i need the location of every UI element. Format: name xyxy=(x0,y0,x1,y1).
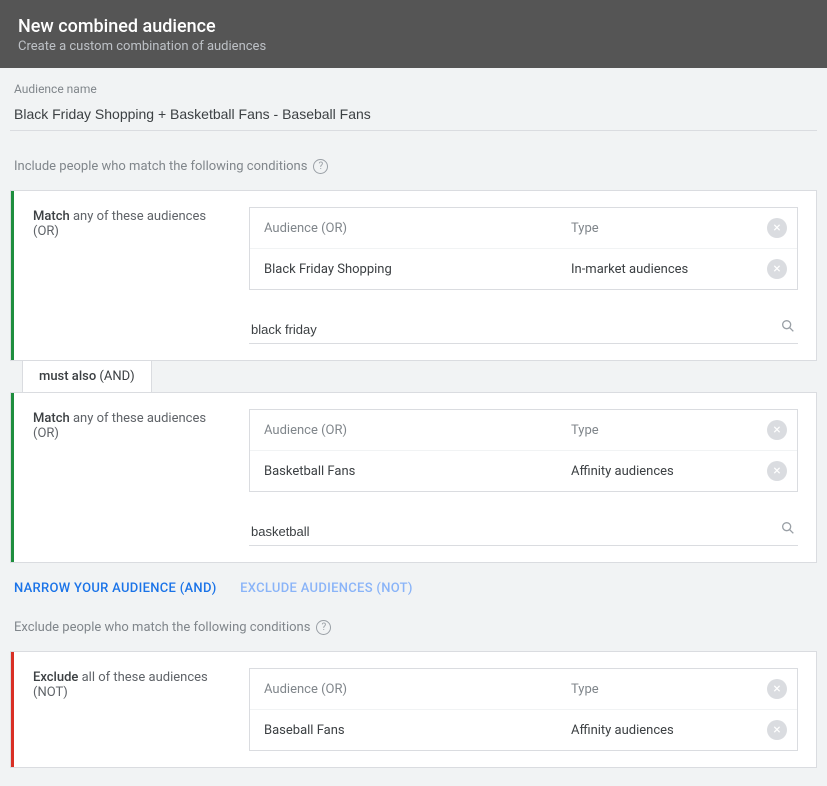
help-icon[interactable]: ? xyxy=(313,159,328,174)
audience-table: Audience (OR) Type × Black Friday Shoppi… xyxy=(249,207,798,290)
audience-name-label: Audience name xyxy=(10,82,817,96)
table-row: Baseball Fans Affinity audiences × xyxy=(250,710,797,750)
exclude-audiences-button[interactable]: EXCLUDE AUDIENCES (NOT) xyxy=(240,581,413,596)
audience-type: In-market audiences xyxy=(571,262,751,277)
clear-row-icon[interactable]: × xyxy=(767,420,787,440)
help-icon[interactable]: ? xyxy=(316,620,331,635)
search-input[interactable] xyxy=(249,518,798,546)
search-field xyxy=(249,316,798,344)
audience-table: Audience (OR) Type × Basketball Fans Aff… xyxy=(249,409,798,492)
search-input[interactable] xyxy=(249,316,798,344)
audience-name: Basketball Fans xyxy=(264,464,571,479)
exclude-section-header: Exclude people who match the following c… xyxy=(14,620,817,635)
action-links: NARROW YOUR AUDIENCE (AND) EXCLUDE AUDIE… xyxy=(10,563,817,614)
remove-audience-icon[interactable]: × xyxy=(767,720,787,740)
include-group-card: Match any of these audiences (OR) Audien… xyxy=(10,190,817,361)
table-header-row: Audience (OR) Type × xyxy=(250,208,797,249)
table-row: Basketball Fans Affinity audiences × xyxy=(250,451,797,491)
include-group-card: Match any of these audiences (OR) Audien… xyxy=(10,392,817,563)
match-rule-label: Match any of these audiences (OR) xyxy=(11,393,231,562)
audience-type: Affinity audiences xyxy=(571,723,751,738)
page-header: New combined audience Create a custom co… xyxy=(0,0,827,68)
clear-row-icon[interactable]: × xyxy=(767,679,787,699)
exclude-rule-label: Exclude all of these audiences (NOT) xyxy=(11,652,231,767)
clear-row-icon[interactable]: × xyxy=(767,218,787,238)
page-content: Audience name Include people who match t… xyxy=(0,68,827,786)
audience-type: Affinity audiences xyxy=(571,464,751,479)
page-title: New combined audience xyxy=(18,16,809,37)
table-row: Black Friday Shopping In-market audience… xyxy=(250,249,797,289)
match-rule-label: Match any of these audiences (OR) xyxy=(11,191,231,360)
audience-name: Black Friday Shopping xyxy=(264,262,571,277)
narrow-audience-button[interactable]: NARROW YOUR AUDIENCE (AND) xyxy=(14,581,217,596)
table-header-row: Audience (OR) Type × xyxy=(250,669,797,710)
exclude-group-card: Exclude all of these audiences (NOT) Aud… xyxy=(10,651,817,768)
and-connector: must also (AND) xyxy=(22,361,152,392)
search-icon xyxy=(780,318,796,338)
search-field xyxy=(249,518,798,546)
remove-audience-icon[interactable]: × xyxy=(767,259,787,279)
include-section-header: Include people who match the following c… xyxy=(14,159,817,174)
table-header-row: Audience (OR) Type × xyxy=(250,410,797,451)
audience-table: Audience (OR) Type × Baseball Fans Affin… xyxy=(249,668,798,751)
audience-name-input[interactable] xyxy=(10,102,817,131)
audience-name: Baseball Fans xyxy=(264,723,571,738)
search-icon xyxy=(780,520,796,540)
page-subtitle: Create a custom combination of audiences xyxy=(18,39,809,54)
remove-audience-icon[interactable]: × xyxy=(767,461,787,481)
